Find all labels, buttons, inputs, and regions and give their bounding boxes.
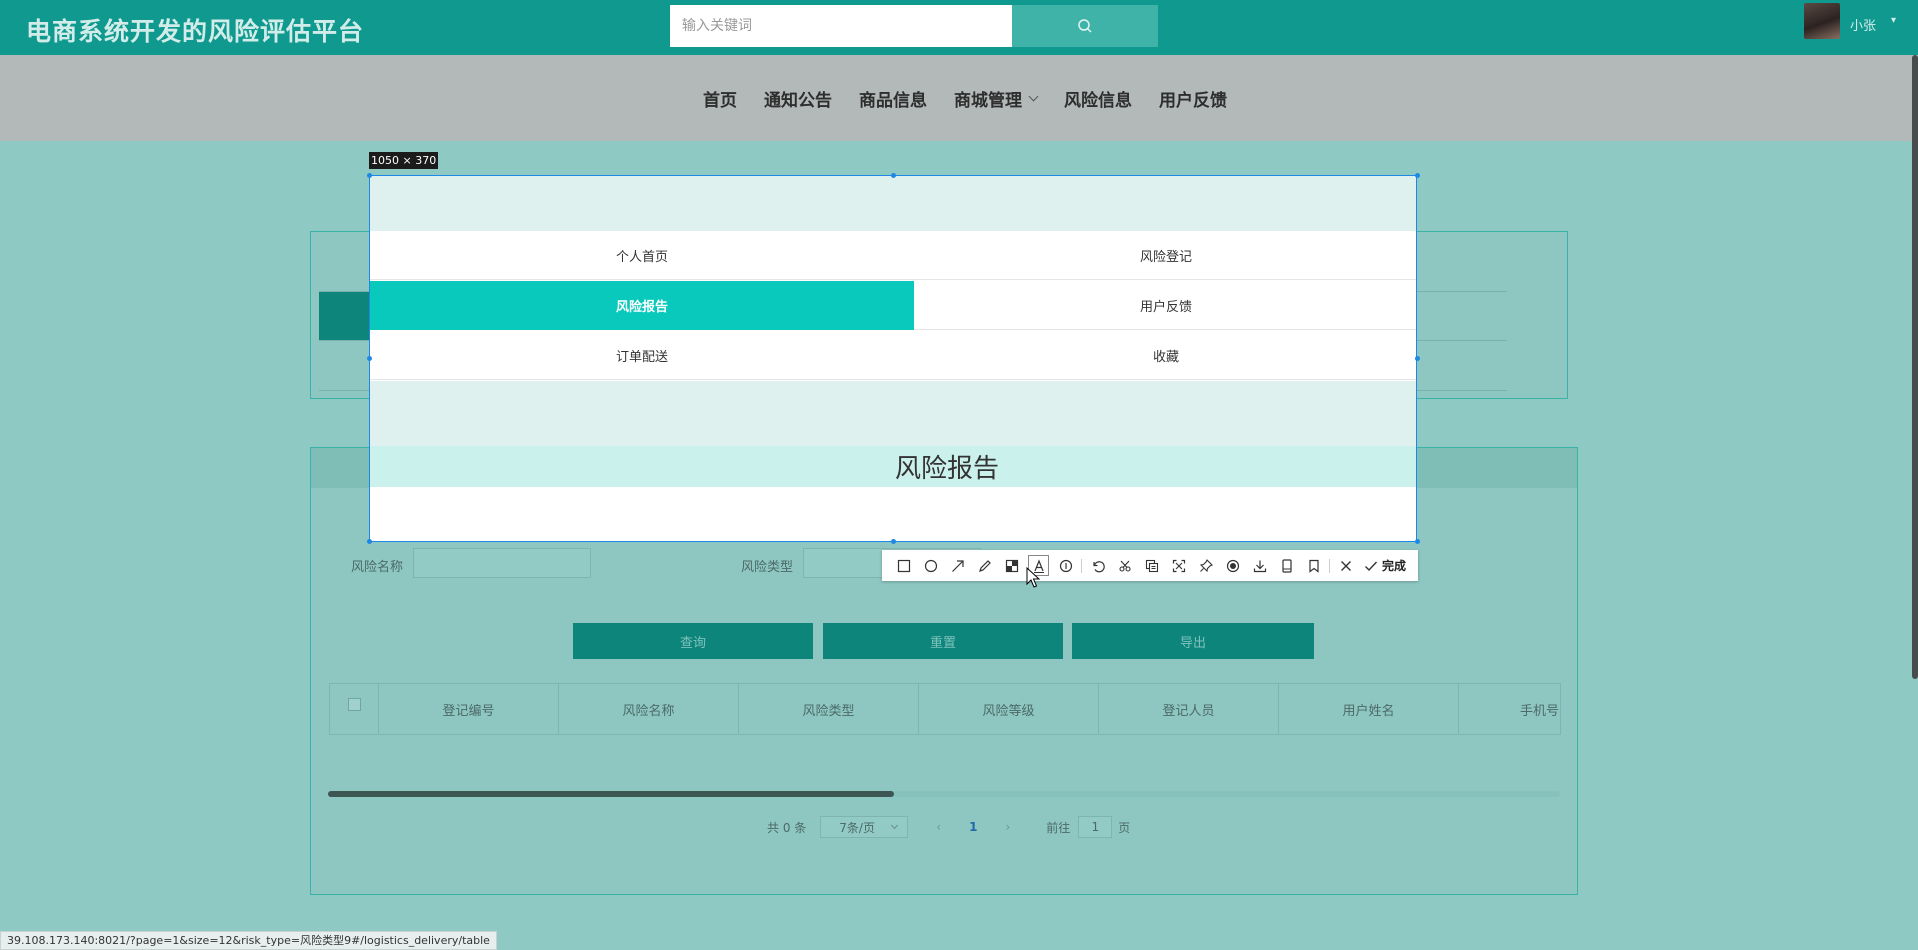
toolbar-separator [1329,558,1330,573]
menu-item-delivery[interactable]: 订单配送 [370,331,914,380]
query-button[interactable]: 查询 [573,623,813,659]
select-all-cell [330,684,379,734]
menu-item-risk-report[interactable]: 风险报告 [370,281,914,330]
resize-handle[interactable] [367,539,372,544]
prev-page-button[interactable]: ‹ [936,820,941,834]
site-header: 电商系统开发的风险评估平台 小张 ▾ [0,0,1918,55]
menu-item-home[interactable]: 个人首页 [370,231,914,280]
crop-icon[interactable] [1111,552,1138,579]
pin-icon[interactable] [1192,552,1219,579]
goto-page-input[interactable]: 1 [1078,816,1113,838]
column-header[interactable]: 登记人员 [1099,684,1279,734]
check-icon [1365,561,1378,571]
page-size-value: 7条/页 [839,820,875,835]
risk-name-label: 风险名称 [351,560,404,575]
screen-icon[interactable] [1165,552,1192,579]
capture-selection[interactable]: 个人首页 风险登记 风险报告 用户反馈 订单配送 收藏 风险报告 [369,175,1417,542]
risk-type-label: 风险类型 [741,560,794,575]
column-header[interactable]: 风险等级 [919,684,1099,734]
mosaic-icon[interactable] [998,552,1025,579]
mouse-cursor-icon [1026,567,1040,588]
pencil-icon[interactable] [971,552,998,579]
caret-down-icon[interactable]: ▾ [1891,15,1896,26]
nav-item-products[interactable]: 商品信息 [859,86,927,111]
current-page[interactable]: 1 [969,820,977,834]
status-url: 39.108.173.140:8021/?page=1&size=12&risk… [0,931,497,950]
section-body [370,487,1416,541]
nav-item-feedback[interactable]: 用户反馈 [1159,86,1227,111]
undo-icon[interactable] [1084,552,1111,579]
goto-label: 前往 [1046,820,1071,835]
resize-handle[interactable] [367,173,372,178]
menu-item-feedback[interactable]: 用户反馈 [914,281,1416,330]
annotation-toolbar: 完成 [882,550,1418,581]
column-header[interactable]: 风险名称 [559,684,739,734]
table-header: 登记编号 风险名称 风险类型 风险等级 登记人员 用户姓名 手机号 [329,683,1561,735]
section-title-bar: 风险报告 [370,446,1416,487]
done-button[interactable]: 完成 [1363,557,1406,574]
chevron-down-icon [1028,91,1039,101]
column-header[interactable]: 登记编号 [379,684,559,734]
page-unit-label: 页 [1118,820,1131,835]
rectangle-icon[interactable] [890,552,917,579]
column-header[interactable]: 用户姓名 [1279,684,1459,734]
active-menu-highlight [319,292,371,341]
resize-handle[interactable] [1415,539,1420,544]
column-header[interactable]: 手机号 [1459,684,1559,734]
next-page-button[interactable]: › [1005,820,1010,834]
close-icon[interactable] [1332,552,1359,579]
section-title: 风险报告 [894,454,999,484]
export-button[interactable]: 导出 [1072,623,1314,659]
user-name[interactable]: 小张 [1850,15,1876,34]
search-input[interactable] [670,5,1012,47]
ellipse-icon[interactable] [917,552,944,579]
resize-handle[interactable] [1415,173,1420,178]
chevron-down-icon [891,821,899,830]
menu-item-risk-register[interactable]: 风险登记 [914,231,1416,280]
bookmark-icon[interactable] [1300,552,1327,579]
nav-item-home[interactable]: 首页 [703,86,737,111]
arrow-icon[interactable] [944,552,971,579]
reset-button[interactable]: 重置 [823,623,1063,659]
search-button[interactable] [1012,5,1158,47]
pagination: 共 0 条 7条/页 ‹ 1 › 前往 1 页 [767,816,1130,838]
resize-handle[interactable] [367,356,372,361]
search-icon [1078,19,1092,33]
scrollbar-thumb[interactable] [328,791,894,797]
nav-item-mall-management[interactable]: 商城管理 [954,86,1039,111]
resize-handle[interactable] [891,173,896,178]
horizontal-scrollbar[interactable] [328,791,1560,797]
column-header[interactable]: 风险类型 [739,684,919,734]
ocr-icon[interactable] [1138,552,1165,579]
avatar[interactable] [1804,3,1840,39]
select-all-checkbox[interactable] [347,697,361,711]
nav-item-mall-management-label: 商城管理 [954,90,1022,111]
number-icon[interactable] [1052,552,1079,579]
nav-item-risk-info[interactable]: 风险信息 [1064,86,1132,111]
device-icon[interactable] [1273,552,1300,579]
page-size-select[interactable]: 7条/页 [820,816,909,838]
selection-size-label: 1050 × 370 [369,152,439,169]
done-label: 完成 [1382,559,1407,573]
risk-name-input[interactable] [413,548,591,578]
total-count: 共 0 条 [767,820,807,835]
page-scrollbar[interactable] [1912,55,1918,679]
resize-handle[interactable] [1415,356,1420,361]
toolbar-separator [1081,558,1082,573]
download-icon[interactable] [1246,552,1273,579]
record-icon[interactable] [1219,552,1246,579]
menu-item-favorites[interactable]: 收藏 [914,331,1416,380]
side-menu: 个人首页 风险登记 风险报告 用户反馈 订单配送 收藏 [370,231,1416,381]
site-title: 电商系统开发的风险评估平台 [26,17,365,46]
nav-item-notices[interactable]: 通知公告 [764,86,832,111]
main-nav: 首页 通知公告 商品信息 商城管理 风险信息 用户反馈 [0,55,1918,141]
resize-handle[interactable] [891,539,896,544]
